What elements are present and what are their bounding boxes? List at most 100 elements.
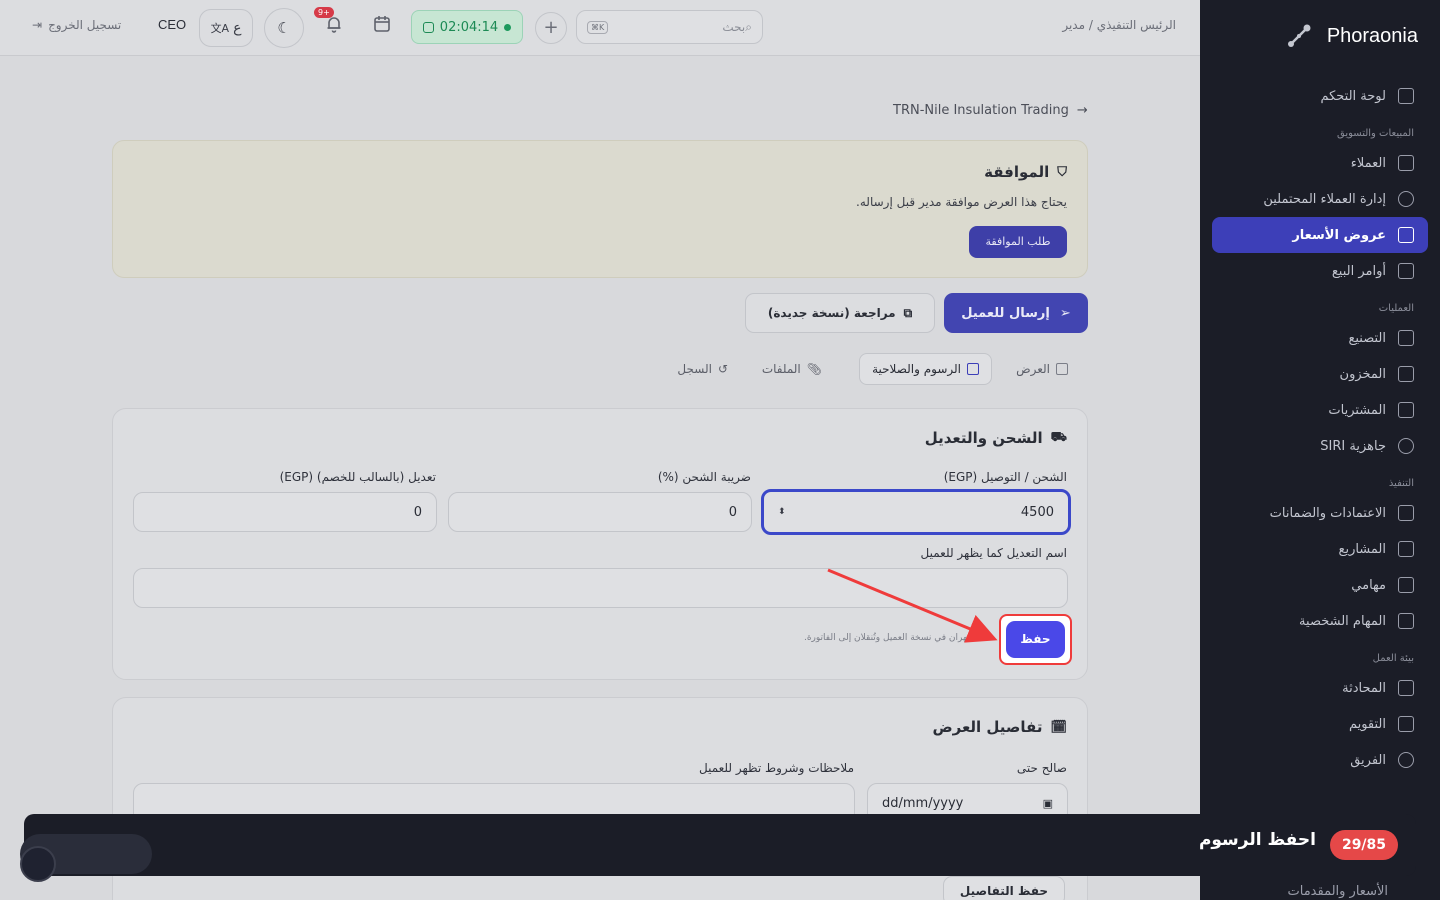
send-icon: ➢ [1059, 305, 1071, 321]
shipping-title: ⛟ الشحن والتعديل [924, 429, 1067, 447]
step-counter: 29/85 [1330, 830, 1398, 860]
spinner-icon[interactable]: ⬍ [778, 507, 786, 517]
breadcrumb: الرئيس التنفيذي / مدير [1062, 18, 1176, 32]
approval-text: يحتاج هذا العرض موافقة مدير قبل إرساله. [856, 195, 1067, 209]
sidebar-item-siri[interactable]: جاهزية SIRI [1212, 428, 1428, 464]
request-approval-button[interactable]: طلب الموافقة [969, 226, 1067, 258]
history-icon: ↺ [717, 362, 728, 376]
sidebar-item-quotes[interactable]: عروض الأسعار [1212, 217, 1428, 253]
sidebar: Phoraonia لوحة التحكم المبيعات والتسويق … [1200, 0, 1440, 900]
details-title: 🗓︎ تفاصيل العرض [932, 718, 1067, 736]
calendar-icon [1398, 716, 1414, 732]
valid-until-label: صالح حتى [1016, 761, 1067, 775]
search-icon: ⌕ [745, 19, 752, 34]
clipboard-list-icon [1398, 613, 1414, 629]
sidebar-item-personal-tasks[interactable]: المهام الشخصية [1212, 603, 1428, 639]
users-icon [1398, 752, 1414, 768]
send-to-customer-button[interactable]: ➢ إرسال للعميل [944, 293, 1088, 333]
recording-indicator [504, 23, 512, 31]
step-title: احفظ الرسوم [1198, 830, 1316, 850]
document-icon [1398, 227, 1414, 243]
cart-icon [1398, 402, 1414, 418]
approval-title: ⛉ الموافقة [984, 163, 1067, 181]
shipping-tax-input[interactable]: 0 [448, 492, 752, 532]
save-details-button[interactable]: حفظ التفاصيل [943, 876, 1065, 900]
topbar: الرئيس التنفيذي / مدير ⌕ بحث K⌘ + 02:04:… [0, 0, 1200, 56]
arrow-right-icon: → [1076, 103, 1088, 118]
sidebar-item-calendar[interactable]: التقويم [1212, 706, 1428, 742]
logout-button[interactable]: تسجيل الخروج ⇥ [32, 18, 121, 32]
tab-fees-validity[interactable]: الرسوم والصلاحية [859, 353, 992, 385]
tab-history[interactable]: ↺ السجل [665, 353, 740, 385]
notes-label: ملاحظات وشروط تظهر للعميل [698, 761, 854, 775]
revise-button[interactable]: ⧉ مراجعة (نسخة جديدة) [745, 293, 935, 333]
keyboard-shortcut: K⌘ [587, 20, 609, 34]
tutorial-bar: 29/85 احفظ الرسوم [24, 814, 1416, 876]
sidebar-item-dashboard[interactable]: لوحة التحكم [1212, 78, 1428, 114]
sidebar-item-credits[interactable]: الاعتمادات والضمانات [1212, 495, 1428, 531]
sidebar-item-inventory[interactable]: المخزون [1212, 356, 1428, 392]
calendar-clock-icon: 🗓︎ [1050, 719, 1067, 735]
moon-icon: ☾ [277, 19, 291, 37]
file-check-icon [1398, 505, 1414, 521]
sidebar-nav: لوحة التحكم المبيعات والتسويق العملاء إد… [1212, 78, 1428, 778]
add-button[interactable]: + [535, 12, 567, 44]
calendar-icon[interactable] [364, 12, 400, 44]
stop-icon [422, 21, 434, 33]
sidebar-item-pricing[interactable]: الأسعار والمقدمات [1288, 884, 1389, 899]
language-label: ع [233, 20, 242, 36]
language-toggle[interactable]: ع 文A [199, 9, 253, 47]
paperclip-icon: 📎︎ [806, 362, 822, 376]
logo-icon [1287, 24, 1311, 47]
shipping-input[interactable]: 4500 ⬍ [761, 489, 1071, 535]
notification-badge: +9 [314, 7, 334, 18]
warehouse-icon [1398, 366, 1414, 382]
nav-section-operations: العمليات [1378, 303, 1414, 314]
contacts-icon [1398, 155, 1414, 171]
logout-icon: ⇥ [32, 18, 43, 32]
truck-icon: ⛟ [1050, 429, 1067, 445]
search-input[interactable]: ⌕ بحث K⌘ [576, 10, 763, 44]
sidebar-item-leads[interactable]: إدارة العملاء المحتملين [1212, 181, 1428, 217]
list-check-icon [1398, 577, 1414, 593]
tab-files[interactable]: 📎︎ الملفات [750, 353, 834, 385]
shield-icon: ⛉ [1057, 164, 1067, 180]
sidebar-item-team[interactable]: الفريق [1212, 742, 1428, 778]
chat-icon [1398, 680, 1414, 696]
approval-card: ⛉ الموافقة يحتاج هذا العرض موافقة مدير ق… [112, 140, 1088, 278]
gauge-icon [1398, 438, 1414, 454]
dark-mode-toggle[interactable]: ☾ [264, 8, 304, 48]
factory-icon [1398, 330, 1414, 346]
receipt-icon [967, 363, 979, 375]
save-button[interactable]: حفظ [1006, 621, 1065, 658]
sidebar-item-purchases[interactable]: المشتريات [1212, 392, 1428, 428]
calendar-icon[interactable]: ▣ [1043, 797, 1053, 810]
adjustment-input[interactable]: 0 [133, 492, 437, 532]
shipping-tax-label: ضريبة الشحن (%) [657, 470, 751, 484]
translate-icon: 文A [210, 22, 230, 35]
time-tracker[interactable]: 02:04:14 [411, 10, 523, 44]
sidebar-item-sales-orders[interactable]: أوامر البيع [1212, 253, 1428, 289]
annotation-arrow-icon [827, 568, 998, 643]
quote-reference: TRN-Nile Insulation Trading [893, 103, 1069, 118]
sidebar-item-manufacturing[interactable]: التصنيع [1212, 320, 1428, 356]
sidebar-item-my-tasks[interactable]: مهامي [1212, 567, 1428, 603]
folder-icon [1398, 541, 1414, 557]
document-icon [1056, 363, 1068, 375]
sidebar-item-chat[interactable]: المحادثة [1212, 670, 1428, 706]
adjustment-label: تعديل (بالسالب للخصم) (EGP) [279, 470, 436, 484]
adjustment-name-label: اسم التعديل كما يظهر للعميل [920, 546, 1067, 560]
tab-quote[interactable]: العرض [1004, 353, 1080, 385]
plus-icon: + [543, 17, 559, 38]
target-icon [1398, 191, 1414, 207]
nav-section-execution: التنفيذ [1388, 478, 1414, 489]
shipping-value: 4500 [1020, 504, 1054, 520]
floating-avatar[interactable] [20, 846, 56, 882]
sidebar-item-projects[interactable]: المشاريع [1212, 531, 1428, 567]
sidebar-item-customers[interactable]: العملاء [1212, 145, 1428, 181]
back-link[interactable]: TRN-Nile Insulation Trading → [893, 103, 1088, 118]
brand[interactable]: Phoraonia [1285, 22, 1418, 50]
brand-name: Phoraonia [1326, 24, 1418, 47]
grid-icon [1398, 88, 1414, 104]
search-placeholder: بحث [722, 20, 746, 34]
